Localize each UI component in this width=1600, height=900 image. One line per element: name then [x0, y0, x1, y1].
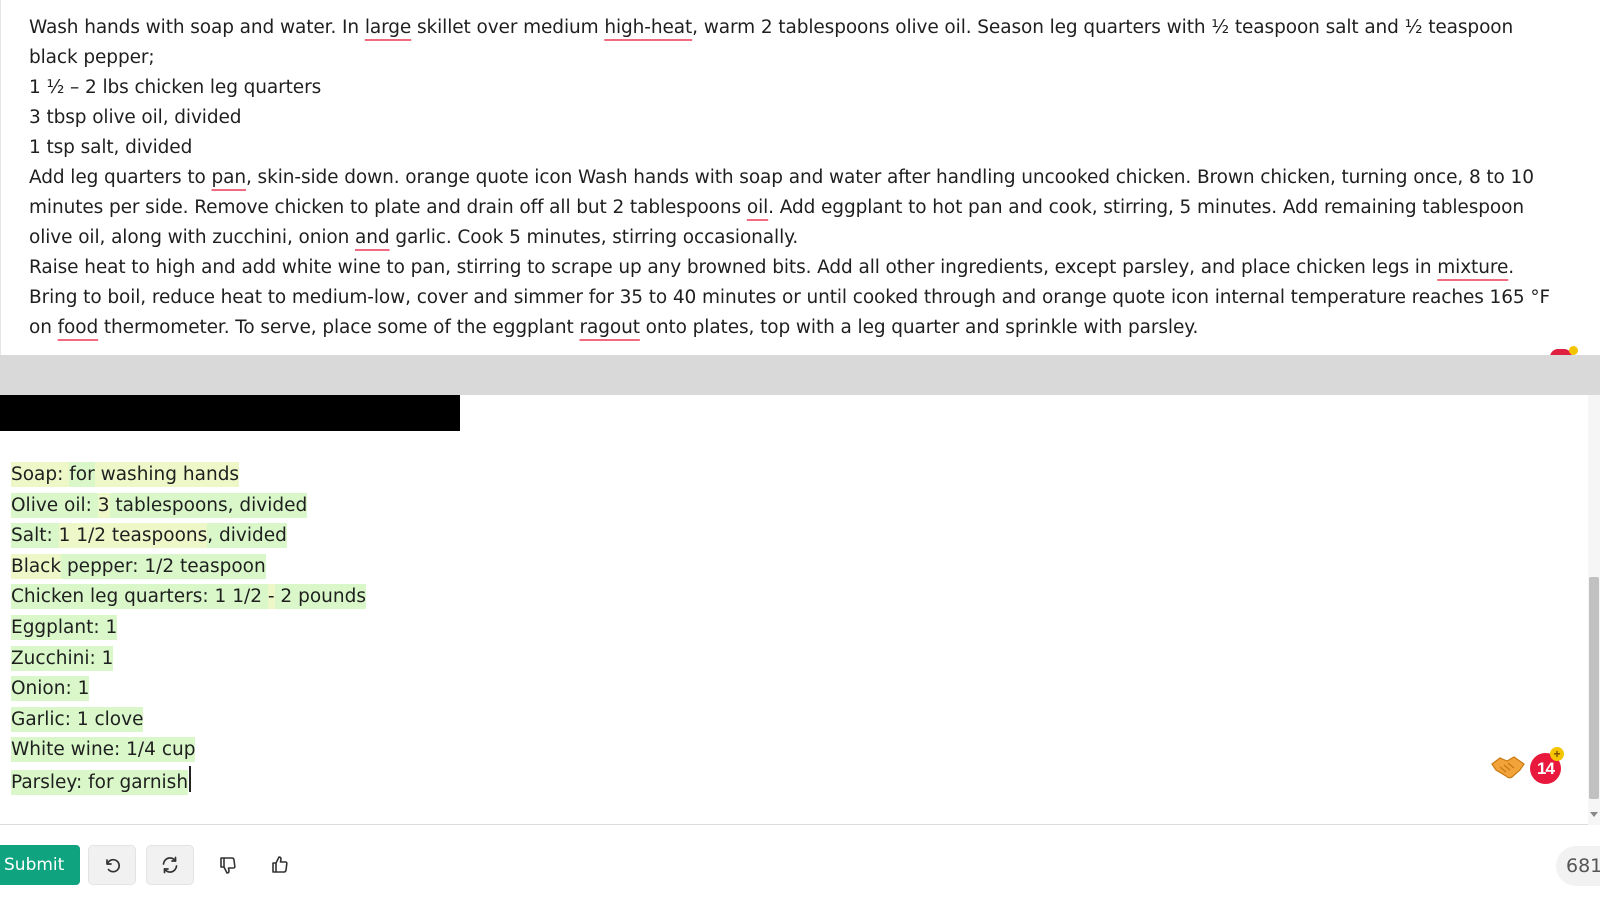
spellcheck-flagged-word[interactable]: ragout [579, 317, 639, 338]
highlighted-text-run: 1 1/2 teaspoons [58, 523, 208, 549]
source-text-run: Add leg quarters to [29, 167, 212, 188]
submit-button[interactable]: Submit [0, 845, 80, 885]
highlighted-text-run: Zucchini: 1 [11, 645, 114, 671]
source-text-run: Wash hands with soap and water. In [29, 17, 365, 38]
source-text-run: garlic. Cook 5 minutes, stirring occasio… [389, 227, 799, 248]
highlighted-text-run: Garlic: 1 clove [11, 706, 144, 732]
ingredient-line[interactable]: Eggplant: 1 [11, 613, 366, 644]
highlighted-text-run: 2 pounds [274, 584, 366, 610]
source-paragraph: Raise heat to high and add white wine to… [29, 253, 1561, 343]
source-text-run: Raise heat to high and add white wine to… [29, 257, 1438, 278]
highlighted-text-run: washing hands [94, 462, 240, 487]
highlighted-text-run: Parsley: for garnish [11, 769, 189, 795]
source-text-run: thermometer. To serve, place some of the… [98, 317, 580, 338]
spellcheck-flagged-word[interactable]: high-heat [604, 17, 692, 38]
undo-button[interactable] [88, 845, 136, 885]
editor-scrollbar[interactable] [1588, 395, 1600, 825]
source-paragraph: 1 tsp salt, divided [29, 133, 1561, 163]
highlighted-text-run: Soap: [11, 462, 70, 487]
source-paragraph: 1 ½ – 2 lbs chicken leg quarters [29, 73, 1561, 103]
highlighted-text-run: 3 [97, 492, 110, 518]
ingredient-line[interactable]: Onion: 1 [11, 674, 366, 705]
scroll-down-arrow-icon[interactable] [1590, 812, 1598, 817]
notification-plus-icon: + [1550, 747, 1564, 761]
source-paragraph: 3 tbsp olive oil, divided [29, 103, 1561, 133]
source-text: Wash hands with soap and water. In large… [29, 13, 1561, 343]
source-paragraph: Add leg quarters to pan, skin-side down.… [29, 163, 1561, 253]
text-caret [189, 765, 191, 792]
highlighted-text-run: for [69, 462, 95, 487]
spellcheck-flagged-word[interactable]: and [355, 227, 390, 248]
source-text-run: 1 tsp salt, divided [29, 137, 193, 158]
refresh-icon [162, 856, 178, 874]
spellcheck-flagged-word[interactable]: food [58, 317, 99, 338]
scrollbar-thumb[interactable] [1589, 577, 1599, 799]
ingredient-list[interactable]: Soap: for washing hands Olive oil: 3 tabl… [11, 460, 366, 799]
response-count-pill: 681 [1556, 846, 1600, 886]
ingredient-line[interactable]: White wine: 1/4 cup [11, 735, 366, 766]
ingredient-line[interactable]: Chicken leg quarters: 1 1/2 - 2 pounds [11, 582, 366, 613]
ingredient-line[interactable]: Soap: for washing hands [11, 460, 366, 491]
thumbs-up-icon [272, 856, 288, 873]
corner-badge-dot [1569, 346, 1578, 355]
regenerate-button[interactable] [146, 845, 194, 885]
redacted-bar [0, 395, 460, 431]
ingredient-line[interactable]: Salt: 1 1/2 teaspoons, divided [11, 521, 366, 552]
ingredient-line[interactable]: Olive oil: 3 tablespoons, divided [11, 491, 366, 522]
highlighted-text-run: tablespoons, divided [109, 492, 308, 518]
spellcheck-flagged-word[interactable]: large [365, 17, 411, 38]
source-text-run: onto plates, top with a leg quarter and … [639, 317, 1199, 338]
source-paragraph: Wash hands with soap and water. In large… [29, 13, 1561, 73]
ingredient-line[interactable]: Zucchini: 1 [11, 644, 366, 675]
highlighted-text-run: Olive oil: [11, 492, 98, 518]
highlighted-text-run: Black [11, 553, 62, 579]
panel-divider [0, 355, 1600, 395]
handshake-icon [1491, 756, 1525, 779]
source-text-run: 1 ½ – 2 lbs chicken leg quarters [29, 77, 322, 98]
bottom-toolbar: Submit 681 [0, 826, 1600, 900]
undo-icon [106, 858, 120, 873]
highlighted-text-run: White wine: 1/4 cup [11, 737, 196, 763]
ingredient-line[interactable]: Garlic: 1 clove [11, 705, 366, 736]
highlighted-text-run: Chicken leg quarters: 1 1/2 [11, 584, 268, 610]
highlighted-text-run: Salt: [11, 523, 59, 549]
thumbs-down-icon [220, 857, 236, 874]
spellcheck-flagged-word[interactable]: pan [211, 167, 246, 188]
ingredient-line[interactable]: Black pepper: 1/2 teaspoon [11, 552, 366, 583]
highlighted-text-run: Eggplant: 1 [11, 614, 118, 640]
answer-editor[interactable]: Soap: for washing hands Olive oil: 3 tabl… [0, 395, 1600, 825]
highlighted-text-run: - [267, 584, 275, 610]
ingredient-line[interactable]: Parsley: for garnish [11, 765, 366, 799]
source-text-run: 3 tbsp olive oil, divided [29, 107, 242, 128]
thumbs-up-button[interactable] [256, 845, 304, 885]
spellcheck-flagged-word[interactable]: oil [747, 197, 768, 218]
highlighted-text-run: , divided [207, 523, 287, 549]
highlighted-text-run: pepper: 1/2 teaspoon [61, 553, 266, 579]
source-text-panel: Wash hands with soap and water. In large… [0, 0, 1600, 357]
spellcheck-flagged-word[interactable]: mixture [1437, 257, 1508, 278]
source-text-run: skillet over medium [411, 17, 605, 38]
thumbs-down-button[interactable] [204, 845, 252, 885]
highlighted-text-run: Onion: 1 [11, 676, 90, 702]
